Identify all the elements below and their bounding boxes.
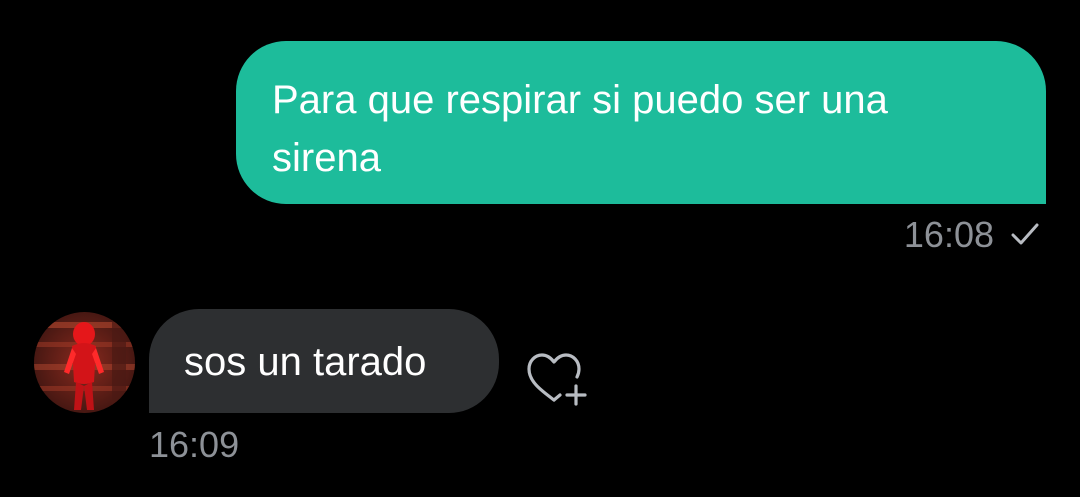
check-icon xyxy=(1010,220,1040,250)
sent-message-meta: 16:08 xyxy=(904,212,1040,258)
avatar[interactable] xyxy=(34,312,135,413)
received-message-time: 16:09 xyxy=(149,424,240,465)
heart-plus-icon[interactable] xyxy=(524,350,590,408)
sent-message-time: 16:08 xyxy=(903,214,994,255)
sent-message-text: Para que respirar si puedo ser una siren… xyxy=(272,78,888,180)
sent-message-bubble[interactable]: Para que respirar si puedo ser una siren… xyxy=(236,41,1046,204)
received-message-bubble[interactable]: sos un tarado xyxy=(149,309,499,413)
received-message-text: sos un tarado xyxy=(184,340,427,384)
